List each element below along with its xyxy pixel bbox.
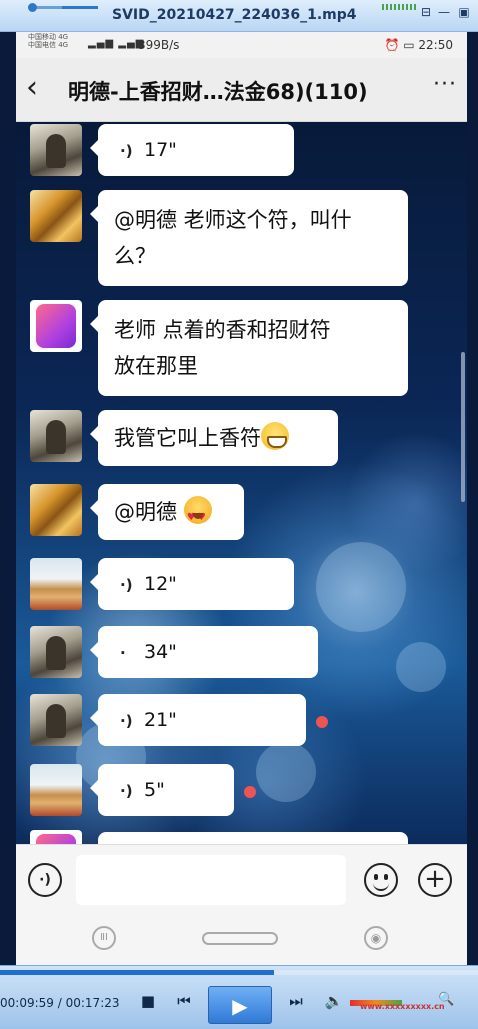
avatar[interactable] <box>30 626 82 678</box>
add-attachment-icon[interactable]: + <box>418 863 452 897</box>
alarm-icon: ⏰ ▭ <box>384 38 419 52</box>
avatar[interactable] <box>30 190 82 242</box>
bokeh-light <box>316 542 406 632</box>
avatar[interactable] <box>30 694 82 746</box>
player-controls: 00:09:59 / 00:17:23 ■ ⏮ ▶ ⏭ 🔈 www.xxxxxx… <box>0 965 478 1029</box>
eye-comfort-icon[interactable]: ◉ <box>364 926 388 950</box>
avatar[interactable] <box>30 410 82 462</box>
volume-meter <box>382 4 418 10</box>
text-message-bubble[interactable]: 我管它叫上香符 <box>90 410 338 466</box>
status-bar: 中国移动 4G 中国电信 4G ▂▄▆ ▂▄▆ 399B/s ⏰ ▭ 22:50 <box>16 32 467 58</box>
play-button[interactable]: ▶ <box>208 986 272 1024</box>
grinning-face-icon <box>261 422 289 450</box>
player-title-bar: SVID_20210427_224036_1.mp4 ⊟ — ▣ <box>0 0 478 32</box>
text-message-bubble[interactable]: @明德 <box>90 484 244 540</box>
minimize-icon[interactable]: — <box>436 5 452 19</box>
volume-icon[interactable]: 🔈 <box>322 990 346 1012</box>
signal-icon: ▂▄▆ ▂▄▆ <box>88 38 145 49</box>
voice-wave-icon: ·) <box>120 712 133 730</box>
message-input[interactable] <box>76 855 346 905</box>
more-options-icon[interactable]: ··· <box>433 72 457 97</box>
phone-nav-bar: ⅡⅠ ◉ <box>16 914 467 965</box>
seek-progress <box>0 970 275 975</box>
avatar[interactable] <box>30 300 82 352</box>
restore-icon[interactable]: ▣ <box>456 5 472 19</box>
chat-header: ‹ 明德-上香招财…法金68)(110) ··· <box>16 58 467 122</box>
mini-seek-fill <box>62 6 98 9</box>
status-right: ⏰ ▭ 22:50 <box>384 38 453 52</box>
avatar[interactable] <box>30 124 82 176</box>
voice-message-bubble[interactable]: ·) 12" <box>90 558 294 610</box>
chat-message-list[interactable]: ·) 17" @明德 老师这个符，叫什 么？ 老师 点着的香和招财符 放在那里 我… <box>16 122 467 844</box>
net-speed: 399B/s <box>138 38 180 52</box>
carrier-info: 中国移动 4G 中国电信 4G <box>28 33 69 49</box>
unread-dot <box>244 786 256 798</box>
voice-wave-icon: ·) <box>120 782 133 800</box>
video-file-title: SVID_20210427_224036_1.mp4 <box>112 7 357 23</box>
avatar[interactable] <box>30 484 82 536</box>
pin-icon[interactable]: ⊟ <box>418 5 434 19</box>
voice-message-bubble[interactable]: · 34" <box>90 626 318 678</box>
emoji-picker-icon[interactable] <box>364 863 398 897</box>
text-message-bubble[interactable] <box>98 832 408 844</box>
voice-wave-icon: · <box>120 644 126 662</box>
bokeh-light <box>396 642 446 692</box>
avatar[interactable] <box>30 764 82 816</box>
playback-time: 00:09:59 / 00:17:23 <box>0 996 120 1010</box>
unread-dot <box>316 716 328 728</box>
voice-input-icon[interactable]: ·) <box>28 863 62 897</box>
next-icon[interactable]: ⏭ <box>284 990 308 1012</box>
chat-title: 明德-上香招财…法金68)(110) <box>68 80 368 104</box>
chat-scrollbar[interactable] <box>461 352 465 502</box>
avatar[interactable] <box>30 830 82 844</box>
back-chevron-icon[interactable]: ‹ <box>26 71 38 105</box>
text-message-bubble[interactable]: @明德 老师这个符，叫什 么？ <box>90 190 408 286</box>
bokeh-light <box>256 742 316 802</box>
watermark: www.xxxxxxxxx.cn <box>360 1002 445 1011</box>
home-pill[interactable] <box>202 932 278 945</box>
message-input-bar: ·) + <box>16 844 467 914</box>
voice-wave-icon: ·) <box>120 576 133 594</box>
previous-icon[interactable]: ⏮ <box>172 990 196 1012</box>
heart-eyes-face-icon <box>183 496 212 536</box>
assistant-icon[interactable]: ⅡⅠ <box>92 926 116 950</box>
text-message-bubble[interactable]: 老师 点着的香和招财符 放在那里 <box>90 300 408 396</box>
stop-icon[interactable]: ■ <box>136 990 160 1012</box>
voice-wave-icon: ·) <box>120 142 133 160</box>
avatar[interactable] <box>30 558 82 610</box>
voice-message-bubble[interactable]: ·) 21" <box>90 694 306 746</box>
zoom-icon[interactable]: 🔍 <box>438 992 458 1012</box>
phone-screen: 中国移动 4G 中国电信 4G ▂▄▆ ▂▄▆ 399B/s ⏰ ▭ 22:50… <box>16 32 467 965</box>
clock: 22:50 <box>418 38 453 52</box>
voice-message-bubble[interactable]: ·) 5" <box>90 764 234 816</box>
voice-message-bubble[interactable]: ·) 17" <box>90 124 294 176</box>
